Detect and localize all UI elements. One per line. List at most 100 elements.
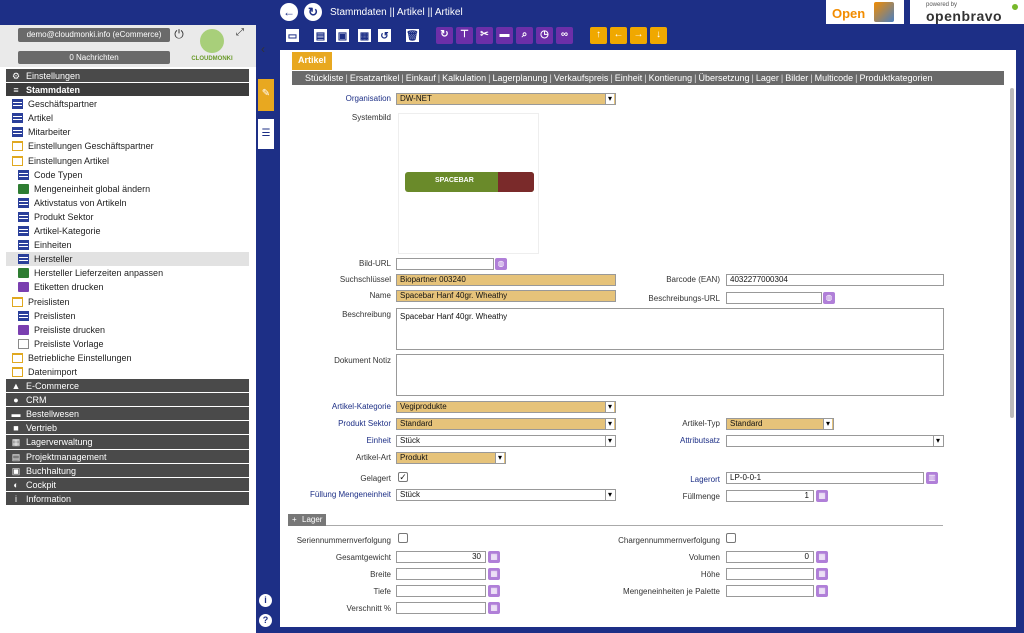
produkt-sektor-select[interactable]: Standard — [396, 418, 616, 430]
sidebar-item-buchhaltung[interactable]: ▣ Buchhaltung — [6, 463, 249, 478]
tree-icon[interactable]: ⊤ — [456, 27, 473, 44]
beschreibung-textarea[interactable]: Spacebar Hanf 40gr. Wheathy — [396, 308, 944, 350]
sidebar-item-betriebliche-einstellungen[interactable]: Betriebliche Einstellungen — [6, 351, 249, 365]
sidebar-item-etiketten-drucken[interactable]: Etiketten drucken — [6, 280, 249, 294]
sidebar-item-einstellungen[interactable]: ⚙ Einstellungen — [6, 69, 249, 84]
sidebar-item-preisliste-drucken[interactable]: Preisliste drucken — [6, 323, 249, 337]
delete-icon[interactable]: 🗑 — [404, 27, 421, 44]
help-icon[interactable]: ? — [259, 614, 272, 627]
artikel-typ-select[interactable]: Standard — [726, 418, 834, 430]
power-icon[interactable]: ⏻ — [172, 27, 186, 41]
sidebar-item-preislisten[interactable]: Preislisten — [6, 309, 249, 323]
sidebar-item-produkt-sektor[interactable]: Produkt Sektor — [6, 210, 249, 224]
sidebar-item-mitarbeiter[interactable]: Mitarbeiter — [6, 125, 249, 139]
user-info[interactable]: demo@cloudmonki.info (eCommerce) — [18, 28, 170, 42]
search-icon[interactable]: ⌕ — [516, 27, 533, 44]
einheit-select[interactable]: Stück — [396, 435, 616, 447]
gelagert-checkbox[interactable]: ✓ — [398, 472, 408, 482]
next-icon[interactable]: → — [630, 27, 647, 44]
globe-icon[interactable]: ◍ — [495, 258, 507, 270]
sidebar-item-einstellungen-artikel[interactable]: Einstellungen Artikel — [6, 154, 249, 168]
fuellung-select[interactable]: Stück — [396, 489, 616, 501]
grid-view-tab[interactable]: ☰ — [258, 119, 274, 149]
subtab-verkaufspreis[interactable]: Verkaufspreis — [554, 73, 609, 83]
expand-icon[interactable]: ⤢ — [236, 27, 248, 39]
suchschluessel-field[interactable]: Biopartner 003240 — [396, 274, 616, 286]
attachment-icon[interactable]: ✂ — [476, 27, 493, 44]
name-field[interactable]: Spacebar Hanf 40gr. Wheathy — [396, 290, 616, 302]
product-image[interactable]: SPACEBAR — [398, 113, 539, 254]
previous-icon[interactable]: ← — [610, 27, 627, 44]
calculator-icon[interactable]: ▦ — [488, 585, 500, 597]
breite-field[interactable] — [396, 568, 486, 580]
subtab-lager[interactable]: Lager — [756, 73, 779, 83]
sidebar-item-aktivstatus-von-artikeln[interactable]: Aktivstatus von Artikeln — [6, 196, 249, 210]
subtab-kontierung[interactable]: Kontierung — [649, 73, 693, 83]
subtab-kalkulation[interactable]: Kalkulation — [442, 73, 486, 83]
fuellmenge-field[interactable]: 1 — [726, 490, 814, 502]
subtab-bilder[interactable]: Bilder — [785, 73, 808, 83]
save-close-icon[interactable]: ▦ — [356, 27, 373, 44]
calculator-icon[interactable]: ▦ — [816, 585, 828, 597]
globe-icon[interactable]: ◍ — [823, 292, 835, 304]
subtab-lagerplanung[interactable]: Lagerplanung — [492, 73, 547, 83]
calculator-icon[interactable]: ▦ — [816, 551, 828, 563]
subtab-multicode[interactable]: Multicode — [815, 73, 854, 83]
tiefe-field[interactable] — [396, 585, 486, 597]
sidebar-item-information[interactable]: i Information — [6, 491, 249, 506]
hoehe-field[interactable] — [726, 568, 814, 580]
form-view-tab[interactable]: ✎ — [258, 79, 274, 111]
barcode-field[interactable]: 4032277000304 — [726, 274, 944, 286]
print-icon[interactable]: ▬ — [496, 27, 513, 44]
info-icon[interactable]: i — [259, 594, 272, 607]
sidebar-item-einheiten[interactable]: Einheiten — [6, 238, 249, 252]
sidebar-item-cockpit[interactable]: ◐ Cockpit — [6, 477, 249, 492]
artikel-kategorie-select[interactable]: Vegiprodukte — [396, 401, 616, 413]
sidebar-item-einstellungen-geschäftspartner[interactable]: Einstellungen Geschäftspartner — [6, 139, 249, 153]
subtab-ersatzartikel[interactable]: Ersatzartikel — [350, 73, 400, 83]
gesamtgewicht-field[interactable]: 30 — [396, 551, 486, 563]
scrollbar[interactable] — [1010, 88, 1014, 418]
sidebar-item-vertrieb[interactable]: ■ Vertrieb — [6, 421, 249, 436]
calculator-icon[interactable]: ▦ — [816, 490, 828, 502]
calculator-icon[interactable]: ▦ — [488, 551, 500, 563]
beschreibungs-url-field[interactable] — [726, 292, 822, 304]
back-icon[interactable]: ← — [280, 3, 298, 21]
calculator-icon[interactable]: ▦ — [488, 568, 500, 580]
dokument-notiz-textarea[interactable] — [396, 354, 944, 396]
sidebar-item-hersteller-lieferzeiten-anpassen[interactable]: Hersteller Lieferzeiten anpassen — [6, 266, 249, 280]
calculator-icon[interactable]: ▦ — [488, 602, 500, 614]
undo-icon[interactable]: ↺ — [376, 27, 393, 44]
sidebar-item-hersteller[interactable]: Hersteller — [6, 252, 249, 267]
collapse-sidebar-icon[interactable]: ‹ — [256, 42, 270, 60]
clock-icon[interactable]: ◷ — [536, 27, 553, 44]
subtab-einheit[interactable]: Einheit — [615, 73, 643, 83]
down-icon[interactable]: ↓ — [650, 27, 667, 44]
sidebar-item-code-typen[interactable]: Code Typen — [6, 168, 249, 182]
sidebar-item-geschäftspartner[interactable]: Geschäftspartner — [6, 97, 249, 111]
sidebar-item-mengeneinheit-global-ändern[interactable]: Mengeneinheit global ändern — [6, 182, 249, 196]
subtab-produktkategorien[interactable]: Produktkategorien — [860, 73, 933, 83]
notifications[interactable]: 0 Nachrichten — [18, 51, 170, 64]
sidebar-item-crm[interactable]: ● CRM — [6, 393, 249, 408]
up-icon[interactable]: ↑ — [590, 27, 607, 44]
seriennummer-checkbox[interactable] — [398, 533, 408, 543]
sidebar-item-bestellwesen[interactable]: ▬ Bestellwesen — [6, 407, 249, 422]
sidebar-item-stammdaten[interactable]: ≡ Stammdaten — [6, 83, 249, 98]
organisation-select[interactable]: DW-NET — [396, 93, 616, 105]
attributsatz-select[interactable] — [726, 435, 944, 447]
locator-icon[interactable]: ▥ — [926, 472, 938, 484]
subtab-stückliste[interactable]: Stückliste — [305, 73, 344, 83]
sidebar-item-datenimport[interactable]: Datenimport — [6, 365, 249, 379]
subtab-übersetzung[interactable]: Übersetzung — [699, 73, 750, 83]
sidebar-item-preisliste-vorlage[interactable]: Preisliste Vorlage — [6, 337, 249, 351]
sidebar-item-artikel-kategorie[interactable]: Artikel-Kategorie — [6, 224, 249, 238]
save-icon[interactable]: ▣ — [334, 27, 351, 44]
chargennummer-checkbox[interactable] — [726, 533, 736, 543]
artikel-art-select[interactable]: Produkt — [396, 452, 506, 464]
volumen-field[interactable]: 0 — [726, 551, 814, 563]
refresh-icon[interactable]: ↻ — [304, 3, 322, 21]
new-document-icon[interactable]: ▭ — [284, 27, 301, 44]
calculator-icon[interactable]: ▦ — [816, 568, 828, 580]
new-row-icon[interactable]: ▤ — [312, 27, 329, 44]
